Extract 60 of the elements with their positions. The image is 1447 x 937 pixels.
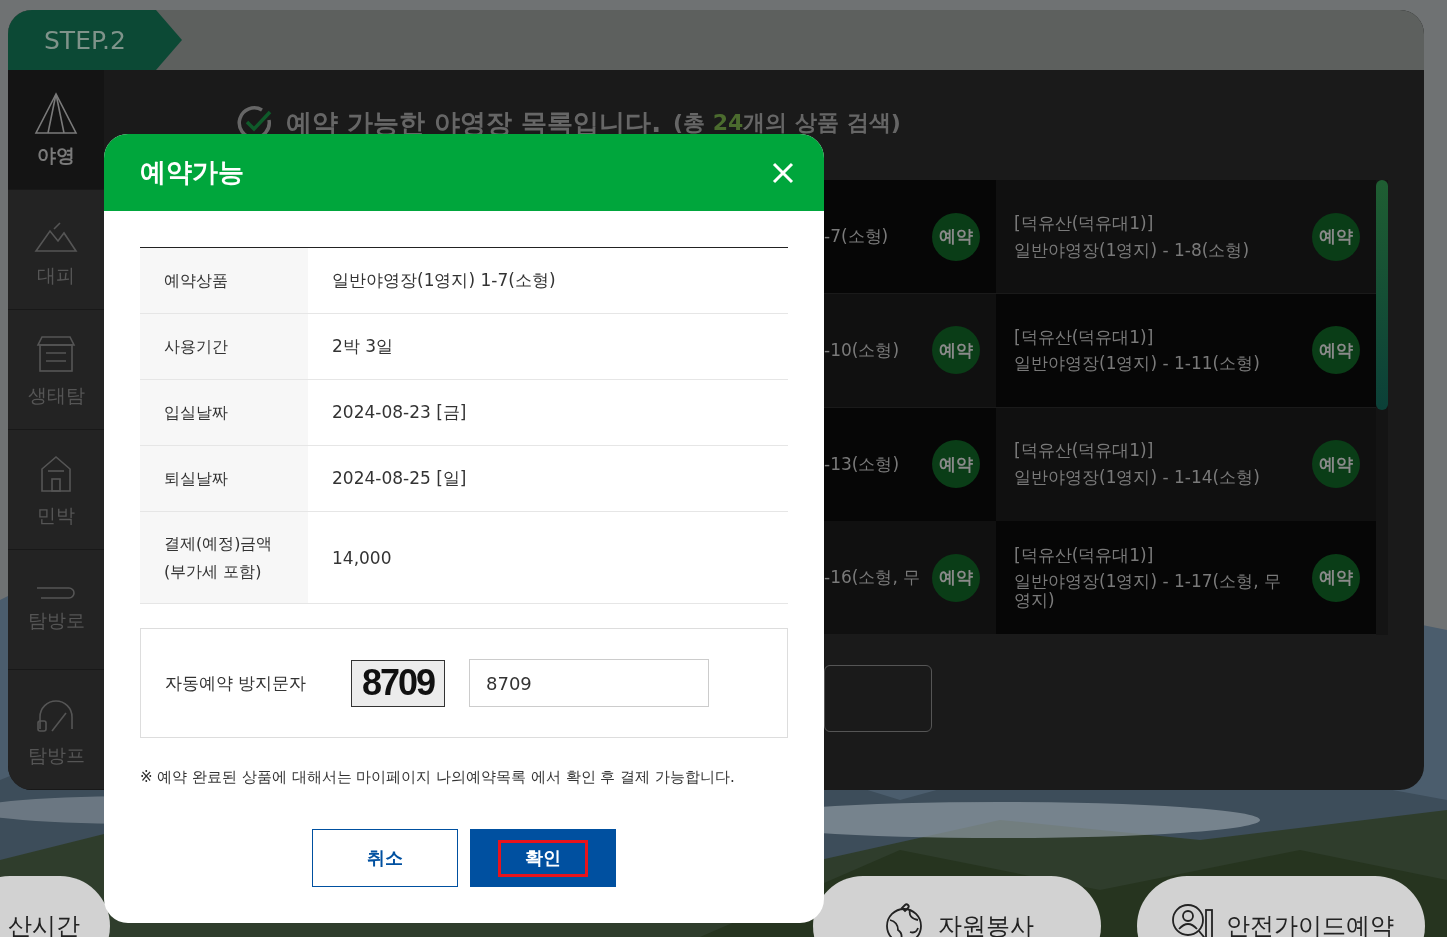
scrollbar-thumb[interactable] <box>1376 180 1388 410</box>
reserve-button[interactable]: 예약 <box>932 326 980 375</box>
campsite-park: [덕유산(덕유대1)] <box>1014 213 1155 233</box>
detail-value: 14,000 <box>331 546 393 570</box>
detail-value: 일반야영장(1영지) 1-7(소형) <box>331 269 557 292</box>
notice-text: ※ 예약 완료된 상품에 대해서는 마이페이지 나의예약목록 에서 확인 후 결제 가능합니다. <box>140 768 736 787</box>
detail-label: 입실날짜 <box>140 380 308 445</box>
captcha-label: 자동예약 방지문자 <box>165 671 308 695</box>
scrollbar[interactable] <box>1376 180 1388 635</box>
detail-label: 사용기간 <box>140 314 308 379</box>
sidebar-item[interactable]: 야영 <box>8 70 104 190</box>
close-icon <box>772 161 794 184</box>
campsite-name: -13(소형) <box>824 454 901 474</box>
reserve-button[interactable]: 예약 <box>1312 553 1360 602</box>
detail-label: 결제(예정)금액 (부가세 포함) <box>140 512 308 603</box>
quick-link[interactable]: 자원봉사 <box>813 876 1101 937</box>
quick-link[interactable]: 산시간 <box>0 876 110 937</box>
campsite-item[interactable]: -10(소형) 예약 <box>824 293 996 407</box>
cancel-button[interactable]: 취소 <box>312 829 458 887</box>
detail-value: 2박 3일 <box>331 335 395 358</box>
campsite-name: -16(소형, 무 <box>824 568 922 588</box>
confirm-button[interactable]: 확인 <box>470 829 616 887</box>
campsite-name: 일반야영장(1영지) - 1-17(소형, 무 영지) <box>1014 572 1283 610</box>
reserve-button[interactable]: 예약 <box>1312 326 1360 375</box>
detail-label: 퇴실날짜 <box>140 446 308 511</box>
campsite-item[interactable]: [덕유산(덕유대1)] 일반야영장(1영지) - 1-17(소형, 무 영지) 예약 <box>996 521 1376 635</box>
detail-value: 2024-08-25 [일] <box>331 467 468 490</box>
tent-icon <box>32 90 80 135</box>
campsite-item[interactable]: -7(소형) 예약 <box>824 180 996 293</box>
campsite-park: [덕유산(덕유대1)] <box>1014 441 1155 460</box>
dialog-title: 예약가능 <box>140 156 244 189</box>
captcha-image: 8709 <box>351 659 445 707</box>
quick-link-label: 자원봉사 <box>938 911 1034 937</box>
reserve-button[interactable]: 예약 <box>1312 440 1360 488</box>
campsite-item[interactable]: -16(소형, 무 예약 <box>824 521 996 635</box>
campsite-name: -10(소형) <box>824 340 901 360</box>
quick-link[interactable]: 안전가이드예약 <box>1137 876 1425 937</box>
campsite-item[interactable]: [덕유산(덕유대1)] 일반야영장(1영지) - 1-14(소형) 예약 <box>996 407 1376 521</box>
reserve-button[interactable]: 예약 <box>1312 212 1360 261</box>
campsite-name: 일반야영장(1영지) - 1-8(소형) <box>1014 240 1251 260</box>
campsite-park: [덕유산(덕유대1)] <box>1014 545 1155 565</box>
reserve-button[interactable]: 예약 <box>932 212 980 261</box>
detail-value: 2024-08-23 [금] <box>331 401 468 424</box>
trail-icon <box>36 585 76 600</box>
campsite-item[interactable]: [덕유산(덕유대1)] 일반야영장(1영지) - 1-8(소형) 예약 <box>996 180 1376 293</box>
campsite-park: [덕유산(덕유대1)] <box>1014 327 1155 347</box>
reserve-button[interactable]: 예약 <box>932 553 980 602</box>
campsite-item[interactable]: -13(소형) 예약 <box>824 407 996 521</box>
reserve-button[interactable]: 예약 <box>932 440 980 488</box>
campsite-name: 일반야영장(1영지) - 1-11(소형) <box>1014 354 1261 373</box>
detail-label: 예약상품 <box>140 248 308 313</box>
campsite-name: -7(소형) <box>824 227 890 246</box>
result-count: (총 24개의 상품 검색) <box>673 109 901 137</box>
quick-link-label: 안전가이드예약 <box>1226 911 1394 937</box>
close-button[interactable] <box>772 161 794 184</box>
campsite-name: 일반야영장(1영지) - 1-14(소형) <box>1014 468 1261 487</box>
sidebar-label: 야영 <box>37 142 75 168</box>
captcha-input[interactable]: 8709 <box>469 659 709 707</box>
quick-link-label: 산시간 <box>8 911 80 937</box>
campsite-item[interactable]: [덕유산(덕유대1)] 일반야영장(1영지) - 1-11(소형) 예약 <box>996 293 1376 407</box>
